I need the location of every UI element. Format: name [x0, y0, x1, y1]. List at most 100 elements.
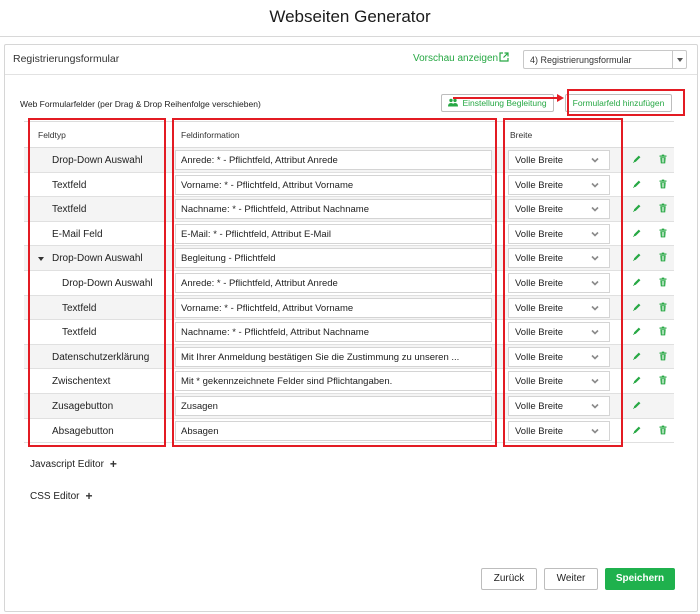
- field-type: Textfeld: [52, 179, 87, 191]
- table-row[interactable]: Datenschutzerklärung Mit Ihrer Anmeldung …: [24, 344, 674, 370]
- trash-icon[interactable]: [658, 425, 668, 435]
- table-row[interactable]: Zwischentext Mit * gekennzeichnete Felder…: [24, 369, 674, 394]
- field-type: Absagebutton: [52, 425, 114, 437]
- header-feldtyp: Feldtyp: [38, 130, 66, 140]
- trash-icon[interactable]: [658, 277, 668, 287]
- field-info-cell[interactable]: E-Mail: * - Pflichtfeld, Attribut E-Mail: [175, 223, 492, 244]
- width-select[interactable]: Volle Breite: [508, 273, 610, 293]
- pencil-icon[interactable]: [632, 277, 642, 287]
- panel-header: Registrierungsformular Vorschau anzeigen…: [5, 45, 697, 75]
- field-type: Datenschutzerklärung: [52, 351, 150, 363]
- trash-icon[interactable]: [658, 302, 668, 312]
- external-link-icon[interactable]: [499, 52, 509, 62]
- caret-down-icon[interactable]: [38, 257, 44, 262]
- table-row[interactable]: Absagebutton Absagen Volle Breite: [24, 418, 674, 444]
- width-select[interactable]: Volle Breite: [508, 420, 610, 441]
- table-row[interactable]: Zusagebutton Zusagen Volle Breite: [24, 394, 674, 419]
- page-select[interactable]: 4) Registrierungsformular: [523, 50, 687, 69]
- field-info-cell[interactable]: Mit Ihrer Anmeldung bestätigen Sie die Z…: [175, 346, 492, 367]
- field-info: Anrede: * - Pflichtfeld, Attribut Anrede: [181, 155, 338, 166]
- field-type: E-Mail Feld: [52, 228, 103, 240]
- width-select[interactable]: Volle Breite: [508, 174, 610, 195]
- trash-icon[interactable]: [658, 179, 668, 189]
- width-value: Volle Breite: [515, 253, 564, 265]
- page-select-toggle[interactable]: [672, 51, 686, 68]
- chevron-down-icon: [590, 204, 600, 214]
- width-select[interactable]: Volle Breite: [508, 199, 610, 220]
- field-info: E-Mail: * - Pflichtfeld, Attribut E-Mail: [181, 228, 331, 240]
- pencil-icon[interactable]: [632, 228, 642, 238]
- annotation-arrow-head: [557, 94, 564, 102]
- chevron-down-icon: [590, 376, 600, 386]
- width-select[interactable]: Volle Breite: [508, 297, 610, 318]
- table-row[interactable]: Drop-Down Auswahl Anrede: * - Pflichtfeld…: [24, 271, 674, 296]
- table-row[interactable]: Drop-Down Auswahl Begleitung - Pflichtfel…: [24, 246, 674, 271]
- pencil-icon[interactable]: [632, 154, 642, 164]
- field-type: Textfeld: [62, 302, 97, 314]
- pencil-icon[interactable]: [632, 351, 642, 361]
- trash-icon[interactable]: [658, 375, 668, 385]
- field-info-cell[interactable]: Absagen: [175, 420, 492, 441]
- page-select-value: 4) Registrierungsformular: [530, 55, 632, 65]
- field-type: Zusagebutton: [52, 401, 114, 412]
- field-info-cell[interactable]: Nachname: * - Pflichtfeld, Attribut Nach…: [175, 322, 492, 343]
- table-row[interactable]: Textfeld Vorname: * - Pflichtfeld, Attrib…: [24, 172, 674, 198]
- pencil-icon[interactable]: [632, 302, 642, 312]
- pencil-icon[interactable]: [632, 203, 642, 213]
- header-divider: [0, 36, 700, 37]
- pencil-icon[interactable]: [632, 179, 642, 189]
- width-select[interactable]: Volle Breite: [508, 346, 610, 367]
- width-select[interactable]: Volle Breite: [508, 150, 610, 170]
- add-form-field-button[interactable]: Formularfeld hinzufügen: [565, 94, 672, 112]
- pencil-icon[interactable]: [632, 326, 642, 336]
- fields-section-label: Web Formularfelder (per Drag & Drop Reih…: [20, 99, 261, 109]
- trash-icon[interactable]: [658, 326, 668, 336]
- javascript-editor-toggle[interactable]: Javascript Editor +: [30, 457, 117, 471]
- caret-down-icon: [677, 58, 683, 62]
- field-info-cell[interactable]: Vorname: * - Pflichtfeld, Attribut Vorna…: [175, 174, 492, 195]
- width-value: Volle Breite: [515, 278, 564, 289]
- table-row[interactable]: Drop-Down Auswahl Anrede: * - Pflichtfeld…: [24, 148, 674, 173]
- trash-icon[interactable]: [658, 203, 668, 213]
- pencil-icon[interactable]: [632, 375, 642, 385]
- back-button[interactable]: Zurück: [481, 568, 537, 590]
- trash-icon[interactable]: [658, 228, 668, 238]
- width-value: Volle Breite: [515, 376, 564, 388]
- width-select[interactable]: Volle Breite: [508, 223, 610, 244]
- field-info-cell[interactable]: Nachname: * - Pflichtfeld, Attribut Nach…: [175, 199, 492, 220]
- width-select[interactable]: Volle Breite: [508, 371, 610, 392]
- next-button[interactable]: Weiter: [544, 568, 598, 590]
- save-button[interactable]: Speichern: [605, 568, 675, 590]
- field-info-cell[interactable]: Mit * gekennzeichnete Felder sind Pflich…: [175, 371, 492, 392]
- field-type: Textfeld: [52, 204, 87, 216]
- field-info: Nachname: * - Pflichtfeld, Attribut Nach…: [181, 327, 369, 339]
- table-row[interactable]: E-Mail Feld E-Mail: * - Pflichtfeld, Attr…: [24, 221, 674, 247]
- pencil-icon[interactable]: [632, 425, 642, 435]
- field-type: Drop-Down Auswahl: [52, 253, 143, 265]
- width-select[interactable]: Volle Breite: [508, 396, 610, 416]
- field-info-cell[interactable]: Vorname: * - Pflichtfeld, Attribut Vorna…: [175, 297, 492, 318]
- table-row[interactable]: Textfeld Nachname: * - Pflichtfeld, Attri…: [24, 197, 674, 222]
- table-row[interactable]: Textfeld Vorname: * - Pflichtfeld, Attrib…: [24, 295, 674, 321]
- width-select[interactable]: Volle Breite: [508, 248, 610, 269]
- field-info-cell[interactable]: Anrede: * - Pflichtfeld, Attribut Anrede: [175, 273, 492, 293]
- annotation-arrow: [453, 97, 557, 99]
- pencil-icon[interactable]: [632, 252, 642, 262]
- trash-icon[interactable]: [658, 154, 668, 164]
- field-info-cell[interactable]: Zusagen: [175, 396, 492, 416]
- field-info-cell[interactable]: Begleitung - Pflichtfeld: [175, 248, 492, 269]
- width-select[interactable]: Volle Breite: [508, 322, 610, 343]
- width-value: Volle Breite: [515, 155, 564, 166]
- chevron-down-icon: [590, 352, 600, 362]
- field-info-cell[interactable]: Anrede: * - Pflichtfeld, Attribut Anrede: [175, 150, 492, 170]
- users-icon: [448, 98, 459, 107]
- table-row[interactable]: Textfeld Nachname: * - Pflichtfeld, Attri…: [24, 320, 674, 345]
- pencil-icon[interactable]: [632, 400, 642, 410]
- css-editor-toggle[interactable]: CSS Editor +: [30, 489, 92, 503]
- panel-title: Registrierungsformular: [13, 53, 120, 65]
- preview-link[interactable]: Vorschau anzeigen: [413, 53, 498, 64]
- trash-icon[interactable]: [658, 252, 668, 262]
- trash-icon[interactable]: [658, 351, 668, 361]
- chevron-down-icon: [590, 180, 600, 190]
- width-value: Volle Breite: [515, 179, 564, 191]
